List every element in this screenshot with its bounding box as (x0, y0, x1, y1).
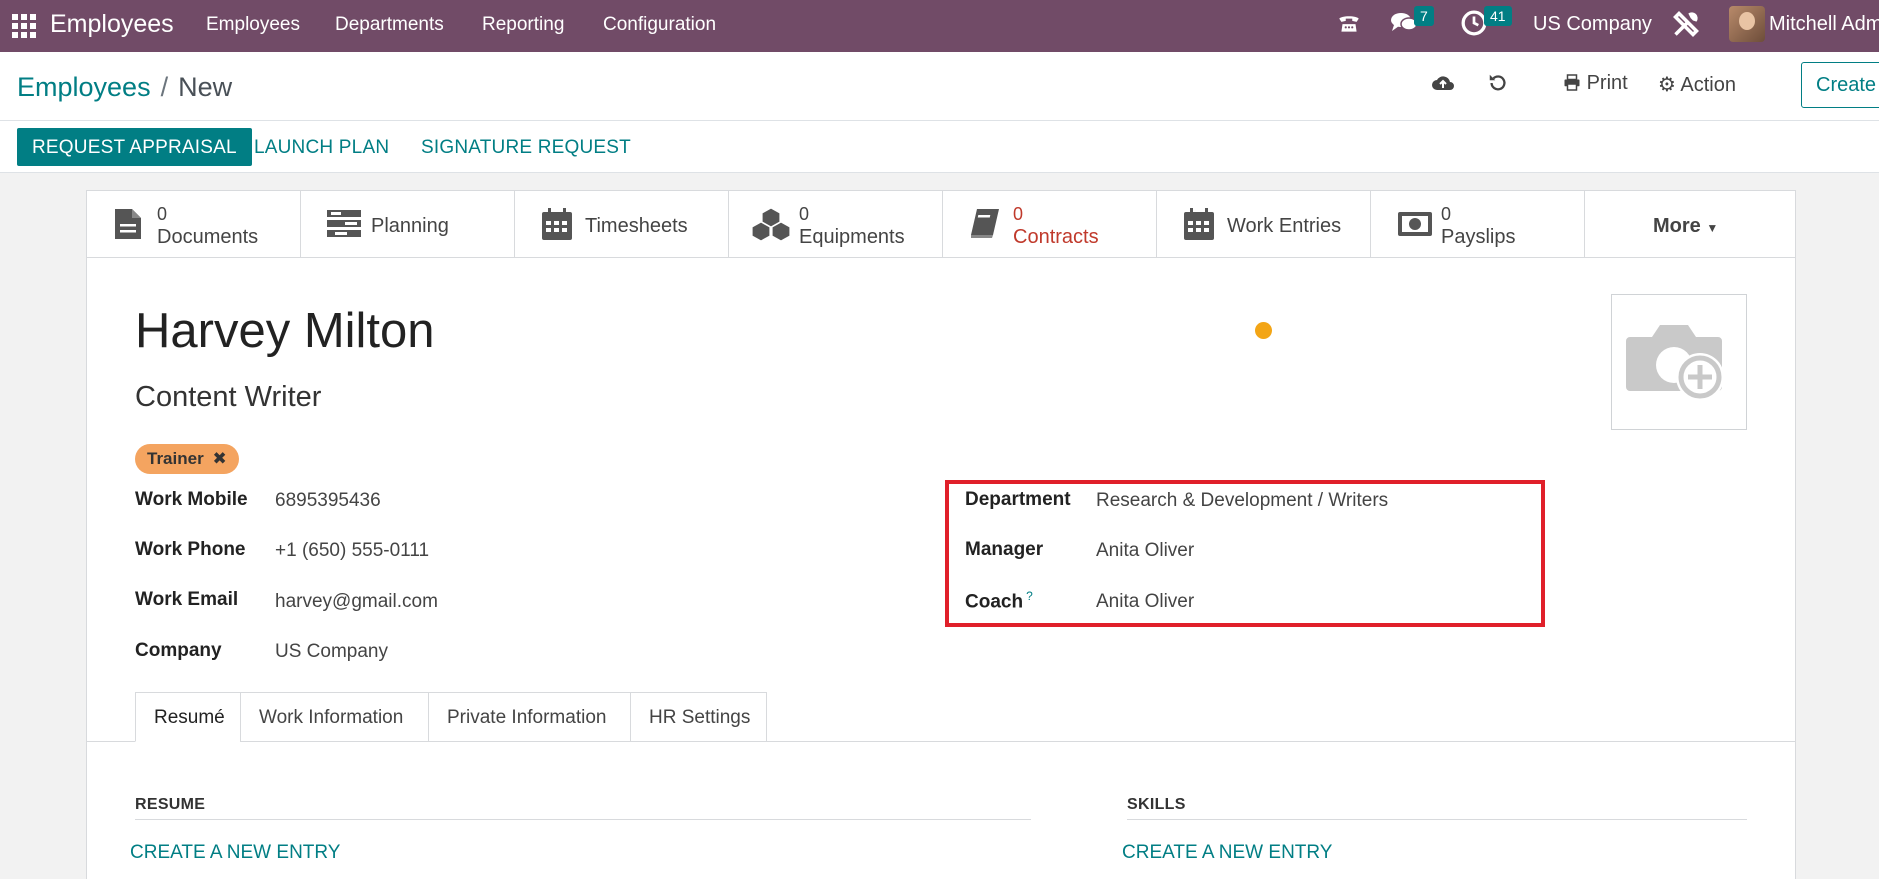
resume-create-entry-link[interactable]: CREATE A NEW ENTRY (130, 842, 340, 864)
breadcrumb-separator: / (160, 72, 169, 102)
job-title[interactable]: Content Writer (135, 381, 321, 414)
smart-buttons: 0 Documents Planning Timesheets 0 Equipm… (87, 191, 1795, 258)
top-navbar: Employees Employees Departments Reportin… (0, 0, 1879, 52)
status-bar: REQUEST APPRAISAL LAUNCH PLAN SIGNATURE … (0, 121, 1879, 173)
contracts-count: 0 (1013, 204, 1024, 224)
print-icon (1563, 72, 1581, 94)
breadcrumb-current: New (178, 72, 233, 102)
document-icon (113, 207, 147, 241)
cloud-upload-icon[interactable] (1431, 72, 1455, 100)
tab-work-information[interactable]: Work Information (240, 692, 429, 742)
equipments-label: Equipments (799, 226, 905, 248)
cubes-icon (751, 207, 791, 242)
planning-tasks-icon (327, 207, 361, 241)
planning-smart-button[interactable]: Planning (301, 191, 515, 257)
company-field[interactable]: US Company (275, 641, 388, 663)
more-smart-button[interactable]: More ▼ (1585, 191, 1795, 257)
menu-reporting[interactable]: Reporting (482, 14, 564, 36)
timesheets-smart-button[interactable]: Timesheets (515, 191, 729, 257)
menu-employees[interactable]: Employees (206, 14, 300, 36)
work-email-label: Work Email (135, 589, 239, 610)
create-button[interactable]: Create (1801, 62, 1879, 108)
user-menu[interactable]: Mitchell Admin (1769, 13, 1879, 36)
equipments-smart-button[interactable]: 0 Equipments (729, 191, 943, 257)
remove-tag-icon[interactable]: ✖ (212, 449, 226, 468)
discard-undo-icon[interactable] (1487, 72, 1509, 100)
resume-section-title: RESUME (135, 796, 206, 813)
company-switcher[interactable]: US Company (1533, 13, 1652, 36)
highlight-box (945, 480, 1545, 627)
resume-divider (135, 819, 1031, 820)
skills-divider (1127, 819, 1747, 820)
payslips-count: 0 (1441, 204, 1452, 224)
more-label: More ▼ (1653, 215, 1719, 237)
tools-icon[interactable] (1672, 10, 1700, 44)
skills-section-title: SKILLS (1127, 796, 1186, 813)
employee-tag: Trainer ✖ (135, 444, 239, 474)
messages-badge: 7 (1414, 6, 1434, 26)
contracts-label: Contracts (1013, 226, 1099, 248)
presence-status-dot (1255, 322, 1272, 339)
breadcrumb-employees[interactable]: Employees (17, 72, 151, 102)
user-avatar[interactable] (1729, 6, 1765, 42)
work-phone-label: Work Phone (135, 539, 246, 560)
documents-count: 0 (157, 204, 168, 224)
work-mobile-field[interactable]: 6895395436 (275, 490, 381, 512)
work-email-field[interactable]: harvey@gmail.com (275, 591, 438, 613)
calendar-icon (541, 207, 575, 241)
menu-configuration[interactable]: Configuration (603, 14, 716, 36)
caret-down-icon: ▼ (1706, 221, 1719, 235)
contracts-smart-button[interactable]: 0 Contracts (943, 191, 1157, 257)
tab-hr-settings[interactable]: HR Settings (630, 692, 767, 742)
action-button[interactable]: ⚙ Action (1658, 72, 1736, 97)
print-button[interactable]: Print (1563, 72, 1628, 95)
tag-label: Trainer (147, 449, 204, 468)
action-label: Action (1680, 74, 1736, 96)
print-label: Print (1586, 72, 1628, 94)
documents-label: Documents (157, 226, 259, 248)
work-entries-smart-button[interactable]: Work Entries (1157, 191, 1371, 257)
activities-badge: 41 (1484, 6, 1512, 26)
work-phone-field[interactable]: +1 (650) 555-0111 (275, 540, 429, 562)
tab-resume[interactable]: Resumé (135, 692, 241, 742)
tab-private-information[interactable]: Private Information (428, 692, 631, 742)
phone-icon[interactable] (1336, 10, 1362, 42)
breadcrumb: Employees / New (17, 72, 232, 103)
work-entries-label: Work Entries (1227, 215, 1342, 237)
planning-label: Planning (371, 215, 449, 237)
employee-photo[interactable] (1611, 294, 1747, 430)
signature-request-button[interactable]: SIGNATURE REQUEST (406, 128, 646, 166)
menu-departments[interactable]: Departments (335, 14, 444, 36)
payslips-label: Payslips (1441, 226, 1516, 248)
book-icon (969, 207, 1003, 241)
money-icon (1397, 207, 1432, 241)
control-panel: Employees / New Print ⚙ Action Create (0, 52, 1879, 121)
company-label: Company (135, 640, 222, 661)
launch-plan-button[interactable]: LAUNCH PLAN (239, 128, 404, 166)
payslips-smart-button[interactable]: 0 Payslips (1371, 191, 1585, 257)
calendar-icon (1183, 207, 1217, 241)
form-sheet: 0 Documents Planning Timesheets 0 Equipm… (86, 190, 1796, 879)
employee-name[interactable]: Harvey Milton (135, 303, 435, 359)
gear-icon: ⚙ (1658, 74, 1676, 96)
equipments-count: 0 (799, 204, 810, 224)
app-name[interactable]: Employees (50, 10, 174, 39)
work-mobile-label: Work Mobile (135, 489, 248, 510)
skills-create-entry-link[interactable]: CREATE A NEW ENTRY (1122, 842, 1332, 864)
request-appraisal-button[interactable]: REQUEST APPRAISAL (17, 128, 252, 166)
timesheets-label: Timesheets (585, 215, 688, 237)
documents-smart-button[interactable]: 0 Documents (87, 191, 301, 257)
apps-menu-icon[interactable] (8, 10, 36, 38)
